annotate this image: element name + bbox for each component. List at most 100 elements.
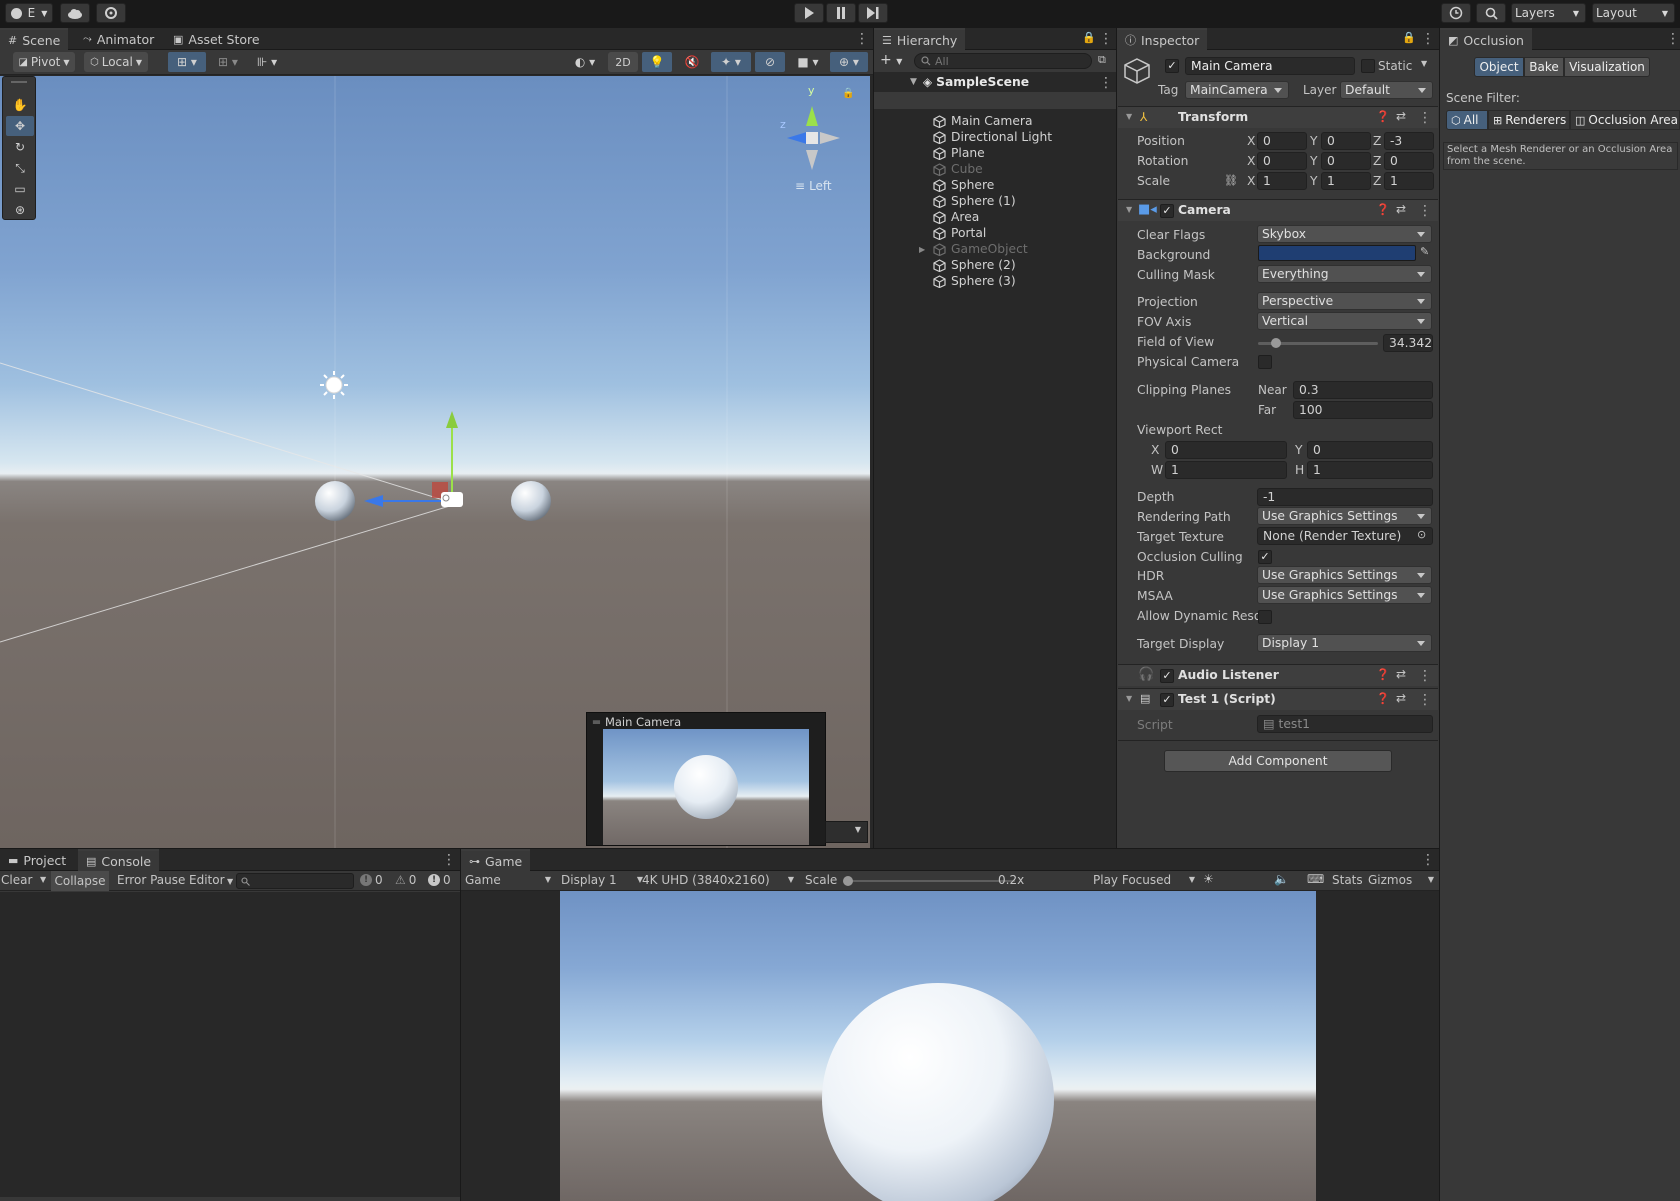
occlusion-tab-visualization[interactable]: Visualization: [1564, 57, 1650, 77]
layers-dropdown[interactable]: Layers ▼: [1511, 3, 1586, 23]
scale-tool-button[interactable]: ⤡: [6, 158, 34, 178]
expand-arrow-icon[interactable]: ▶: [919, 245, 925, 254]
occlusion-culling-checkbox[interactable]: ✓: [1258, 550, 1272, 564]
inspector-menu-icon[interactable]: ⋮: [1421, 32, 1435, 46]
add-component-button[interactable]: Add Component: [1164, 750, 1392, 772]
cloud-button[interactable]: [60, 3, 90, 23]
hierarchy-item[interactable]: Main Camera: [933, 113, 1033, 129]
mute-audio-icon[interactable]: 🔈: [1274, 872, 1289, 886]
preview-size-dropdown[interactable]: ▼: [825, 821, 868, 843]
scale-y-field[interactable]: 1: [1321, 172, 1371, 190]
component-menu-icon[interactable]: ⋮: [1418, 204, 1432, 218]
hierarchy-search[interactable]: [914, 53, 1092, 69]
near-field[interactable]: 0.3: [1293, 381, 1433, 399]
collab-button[interactable]: [96, 3, 126, 23]
scene-visibility-icon[interactable]: ⧉: [1098, 53, 1106, 67]
layout-dropdown[interactable]: Layout ▼: [1592, 3, 1675, 23]
static-checkbox[interactable]: [1361, 59, 1375, 73]
clear-button[interactable]: Clear: [1, 873, 32, 887]
transform-header[interactable]: ▼ ⅄ Transform ❓ ⇄ ⋮: [1118, 106, 1438, 128]
keyboard-icon[interactable]: ⌨: [1307, 872, 1324, 886]
rendering-path-dropdown[interactable]: Use Graphics Settings: [1257, 507, 1432, 525]
scene-root-row[interactable]: ▼ ◈ SampleScene ⋮: [874, 72, 1116, 92]
move-tool-button[interactable]: ✥: [6, 116, 34, 136]
bug-icon[interactable]: ☀: [1203, 872, 1214, 886]
collapse-toggle[interactable]: Collapse: [51, 871, 109, 891]
help-icon[interactable]: ❓: [1376, 692, 1390, 705]
preset-icon[interactable]: ⇄: [1396, 667, 1406, 681]
script-enabled-checkbox[interactable]: ✓: [1160, 693, 1174, 707]
scale-slider[interactable]: [843, 876, 1015, 886]
help-icon[interactable]: ❓: [1376, 203, 1390, 216]
console-menu-icon[interactable]: ⋮: [442, 853, 456, 867]
scale-slider-thumb[interactable]: [843, 876, 853, 886]
scene-menu-icon[interactable]: ⋮: [855, 32, 869, 46]
fov-slider-thumb[interactable]: [1271, 338, 1281, 348]
object-name-field[interactable]: Main Camera: [1185, 57, 1355, 75]
rotation-y-field[interactable]: 0: [1321, 152, 1371, 170]
step-button[interactable]: [858, 3, 888, 23]
hierarchy-item[interactable]: Area: [933, 209, 979, 225]
component-menu-icon[interactable]: ⋮: [1418, 111, 1432, 125]
hierarchy-item[interactable]: Plane: [933, 145, 985, 161]
component-menu-icon[interactable]: ⋮: [1418, 669, 1432, 683]
target-display-dropdown[interactable]: Display 1: [1257, 634, 1432, 652]
occlusion-tab-object[interactable]: Object: [1474, 57, 1524, 77]
hierarchy-search-input[interactable]: [935, 54, 1085, 68]
position-y-field[interactable]: 0: [1321, 132, 1371, 150]
console-search-input[interactable]: [236, 873, 354, 889]
visibility-toggle[interactable]: ⊘: [755, 52, 785, 72]
grid-snap-button[interactable]: ⊞ ▾: [168, 52, 206, 72]
rect-tool-button[interactable]: ▭: [6, 179, 34, 199]
rotation-z-field[interactable]: 0: [1384, 152, 1434, 170]
msaa-dropdown[interactable]: Use Graphics Settings: [1257, 586, 1432, 604]
far-field[interactable]: 100: [1293, 401, 1433, 419]
filter-all-button[interactable]: ⬡ All: [1446, 110, 1488, 130]
lock-icon[interactable]: 🔒: [1082, 31, 1096, 44]
scale-x-field[interactable]: 1: [1257, 172, 1307, 190]
hierarchy-item[interactable]: Directional Light: [933, 129, 1052, 145]
script-header[interactable]: ▼ ▤ ✓ Test 1 (Script) ❓ ⇄ ⋮: [1118, 688, 1438, 710]
warning-count-toggle[interactable]: ⚠ 0: [395, 873, 416, 887]
hierarchy-menu-icon[interactable]: ⋮: [1099, 32, 1113, 46]
preset-icon[interactable]: ⇄: [1396, 109, 1406, 123]
tab-animator[interactable]: ⤳ Animator: [75, 28, 162, 50]
fov-slider-track[interactable]: [1258, 338, 1378, 348]
resolution-dropdown[interactable]: 4K UHD (3840x2160) ▼: [642, 873, 794, 887]
tab-game[interactable]: ⊶ Game: [461, 849, 531, 871]
local-dropdown[interactable]: ⬡ Local ▼: [84, 52, 148, 72]
vp-w-field[interactable]: 1: [1165, 461, 1287, 479]
preset-icon[interactable]: ⇄: [1396, 691, 1406, 705]
game-mode-dropdown[interactable]: Game ▼: [465, 873, 551, 887]
layer-dropdown[interactable]: Default: [1340, 81, 1433, 99]
log-count-toggle[interactable]: ! 0: [360, 873, 383, 887]
increment-snap-button[interactable]: ⊞ ▾: [211, 52, 245, 72]
object-picker-icon[interactable]: ⊙: [1417, 528, 1426, 541]
projection-dropdown[interactable]: Perspective: [1257, 292, 1432, 310]
vp-x-field[interactable]: 0: [1165, 441, 1287, 459]
depth-field[interactable]: -1: [1257, 488, 1433, 506]
pause-button[interactable]: [826, 3, 856, 23]
hand-tool-button[interactable]: ✋: [6, 95, 34, 115]
hierarchy-item[interactable]: Sphere (3): [933, 273, 1016, 289]
scale-z-field[interactable]: 1: [1384, 172, 1434, 190]
error-count-toggle[interactable]: ! 0: [428, 873, 451, 887]
hierarchy-item[interactable]: Sphere: [933, 177, 994, 193]
clear-options-dropdown[interactable]: ▼: [40, 875, 46, 884]
lock-icon[interactable]: 🔒: [1402, 31, 1416, 44]
vp-y-field[interactable]: 0: [1307, 441, 1433, 459]
game-menu-icon[interactable]: ⋮: [1421, 853, 1435, 867]
tab-inspector[interactable]: ⓘ Inspector: [1117, 28, 1208, 50]
preset-icon[interactable]: ⇄: [1396, 202, 1406, 216]
hdr-dropdown[interactable]: Use Graphics Settings: [1257, 566, 1432, 584]
hierarchy-item[interactable]: Cube: [933, 161, 983, 177]
rotate-tool-button[interactable]: ↻: [6, 137, 34, 157]
component-menu-icon[interactable]: ⋮: [1418, 693, 1432, 707]
add-object-button[interactable]: + ▼: [880, 52, 902, 68]
gizmos-dropdown[interactable]: Gizmos ▼: [1368, 873, 1436, 887]
drag-handle[interactable]: [11, 81, 27, 83]
tab-scene[interactable]: # Scene: [0, 28, 69, 50]
search-button[interactable]: [1476, 3, 1506, 23]
audio-listener-header[interactable]: 🎧 ✓ Audio Listener ❓ ⇄ ⋮: [1118, 664, 1438, 686]
tab-console[interactable]: ▤ Console: [78, 849, 160, 871]
